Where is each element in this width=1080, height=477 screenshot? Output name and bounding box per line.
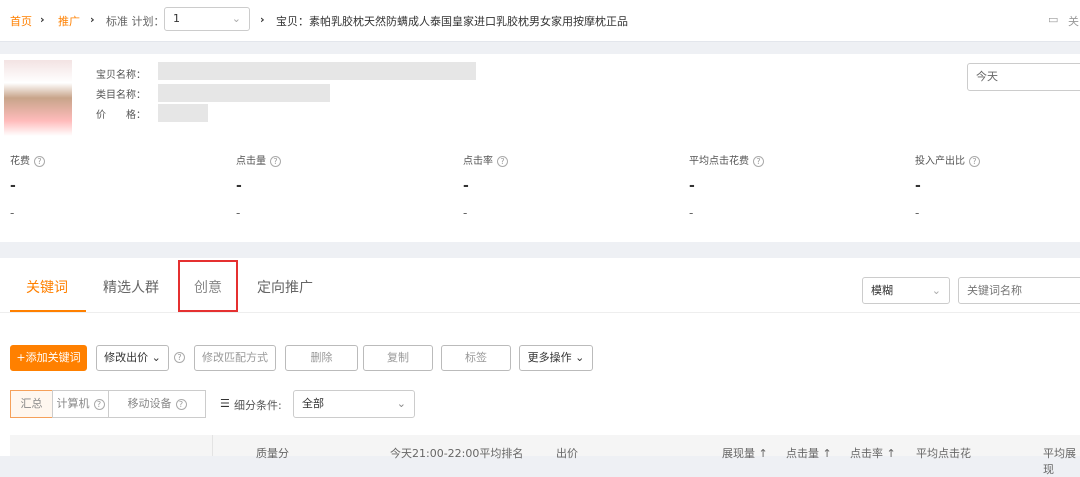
chevron-down-icon: ⌄ [396,397,406,410]
tab-targeting[interactable]: 定向推广 [257,277,313,297]
price-label: 价 格： [96,110,146,121]
redacted-category [158,84,330,102]
pc-label: 计算机 [56,397,90,410]
help-icon[interactable]: ? [174,352,185,363]
column-header[interactable]: 平均展现 [1043,445,1080,477]
date-value: 今天 [976,70,998,83]
column-header[interactable]: 展现量 ↑ [722,445,768,461]
redacted-price [158,104,208,122]
filter-select[interactable]: 全部 ⌄ [293,390,415,418]
metric-compare: - [10,206,15,220]
breadcrumb-home[interactable]: 首页 [10,13,32,29]
column-header[interactable]: 点击率 ↑ [850,445,896,461]
chevron-right-icon: › [260,13,265,26]
metric-compare: - [915,206,920,220]
column-header[interactable]: 点击量 ↑ [786,445,832,461]
redacted-name [158,62,476,80]
tab-crowd[interactable]: 精选人群 [103,277,159,297]
product-image [4,60,72,136]
help-icon[interactable]: ? [175,399,187,410]
metric-value: - [915,178,921,194]
chevron-right-icon: › [90,13,95,26]
metric-value: - [10,178,16,194]
column-divider [212,435,213,456]
delete-button[interactable]: 删除 [285,345,358,371]
plan-label: 标准 计划： [106,15,165,28]
metric-value: - [236,178,242,194]
metric-label: 平均点击花费? [689,152,764,167]
metric-label: 投入产出比? [915,152,980,167]
bid-label: 修改出价 [104,351,149,364]
metric-label: 花费? [10,152,45,167]
date-select[interactable]: 今天 [967,63,1080,91]
video-icon[interactable]: ▭ [1048,13,1058,26]
column-header[interactable]: 平均点击花 [916,445,971,461]
metric-compare: - [463,206,468,220]
metric-compare: - [689,206,694,220]
metric-label: 点击量? [236,152,281,167]
add-keyword-button[interactable]: +添加关键词 [10,345,87,371]
plan-select[interactable]: 1 ⌄ [164,7,250,31]
help-icon[interactable]: ? [497,156,508,167]
help-icon[interactable]: ? [969,156,980,167]
metric-compare: - [236,206,241,220]
keyword-search-input[interactable] [958,277,1080,304]
tab-divider [0,312,1080,313]
mobile-label: 移动设备 [127,397,172,410]
tag-button[interactable]: 标签 [441,345,511,371]
modify-match-button[interactable]: 修改匹配方式 [194,345,276,371]
help-icon[interactable]: ? [93,399,105,410]
chevron-right-icon: › [40,13,45,26]
column-header[interactable]: 质量分 [256,445,289,461]
list-icon: ☰ [220,397,230,410]
filter-label: 细分条件: [234,399,282,412]
highlight-box [178,260,238,312]
match-select[interactable]: 模糊 ⌄ [862,277,950,304]
help-icon[interactable]: ? [34,156,45,167]
close-link[interactable]: 关 [1068,13,1079,29]
column-header[interactable]: 出价 [556,445,578,461]
metric-label: 点击率? [463,152,508,167]
breadcrumb-item: 宝贝：素帕乳胶枕天然防螨成人泰国皇家进口乳胶枕男女家用按摩枕正品 [276,15,628,28]
chevron-down-icon: ⌄ [231,12,241,25]
segment-pc[interactable]: 计算机? [52,390,109,418]
segment-mobile[interactable]: 移动设备? [108,390,206,418]
more-actions-button[interactable]: 更多操作 ⌄ [519,345,593,371]
segment-summary[interactable]: 汇总 [10,390,53,418]
name-label: 宝贝名称： [96,70,146,81]
help-icon[interactable]: ? [270,156,281,167]
chevron-down-icon: ⌄ [931,284,941,297]
metric-value: - [689,178,695,194]
plan-value: 1 [173,12,180,25]
tab-keywords[interactable]: 关键词 [26,277,68,297]
modify-bid-button[interactable]: 修改出价 ⌄ [96,345,169,371]
copy-button[interactable]: 复制 [363,345,433,371]
category-label: 类目名称： [96,90,146,101]
match-value: 模糊 [871,284,893,297]
help-icon[interactable]: ? [753,156,764,167]
breadcrumb-promo[interactable]: 推广 [58,13,80,29]
more-label: 更多操作 [527,351,572,364]
active-tab-indicator [10,310,86,312]
filter-value: 全部 [302,397,324,410]
column-header[interactable]: 今天21:00-22:00平均排名 [390,445,523,461]
metric-value: - [463,178,469,194]
